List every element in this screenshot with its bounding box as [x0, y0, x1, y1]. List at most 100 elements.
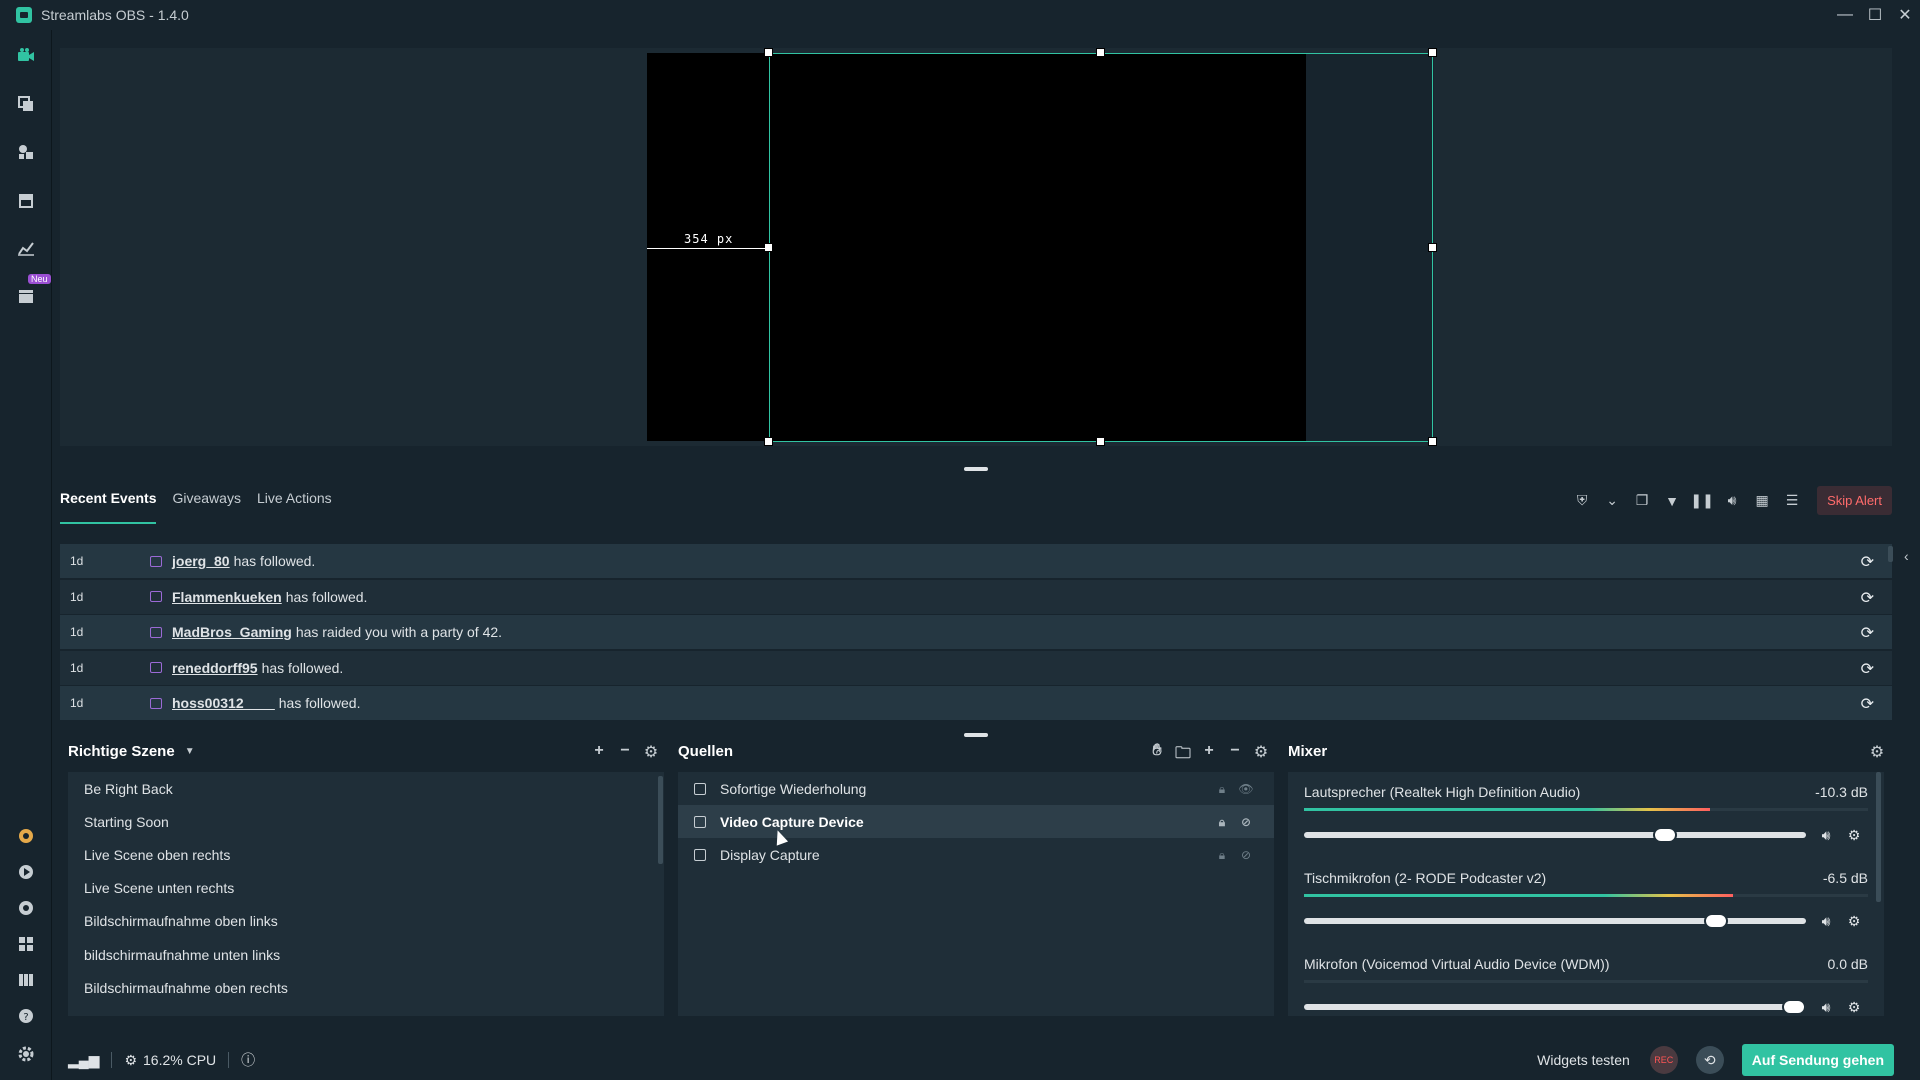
add-scene-icon[interactable]: +: [586, 742, 612, 762]
resize-handle-top-left[interactable]: [764, 48, 773, 57]
scenes-scrollbar[interactable]: [658, 776, 663, 864]
resize-handle-bottom[interactable]: [1096, 437, 1105, 446]
source-item-label: Display Capture: [720, 846, 820, 863]
pause-icon[interactable]: ❚❚: [1687, 491, 1717, 511]
scene-item[interactable]: Live Scene oben rechts: [68, 838, 664, 871]
source-group-icon[interactable]: ✋︎: [1144, 742, 1170, 769]
scene-item[interactable]: Bildschirmaufnahme oben rechts: [68, 971, 664, 1004]
repeat-alert-icon[interactable]: ⟳: [1861, 552, 1874, 572]
repeat-alert-icon[interactable]: ⟳: [1861, 623, 1874, 643]
nav-apps-icon[interactable]: [14, 140, 38, 164]
repeat-alert-icon[interactable]: ⟳: [1861, 588, 1874, 608]
nav-store-icon[interactable]: [14, 188, 38, 212]
resize-handle-top[interactable]: [1096, 48, 1105, 57]
resize-handle-bottom-right[interactable]: [1428, 437, 1437, 446]
volume-icon[interactable]: 🔊︎: [1717, 491, 1747, 511]
nav-layout-icon[interactable]: [14, 932, 38, 956]
speaker-icon[interactable]: 🔊︎: [1812, 999, 1840, 1016]
lock-icon[interactable]: 🔒︎: [1210, 815, 1234, 830]
nav-chat-icon[interactable]: [14, 896, 38, 920]
source-item[interactable]: Video Capture Device 🔒︎ ⊘: [678, 805, 1274, 839]
event-user-link[interactable]: reneddorff95: [172, 660, 258, 676]
grid-view-icon[interactable]: ▦: [1747, 491, 1777, 511]
remove-source-icon[interactable]: −: [1222, 742, 1248, 769]
tab-recent-events[interactable]: Recent Events: [60, 466, 157, 524]
volume-slider-knob[interactable]: [1782, 999, 1806, 1015]
lock-icon[interactable]: 🔒︎: [1210, 848, 1234, 863]
channel-settings-gear-icon[interactable]: ⚙: [1840, 999, 1868, 1016]
distance-guide-line: [647, 248, 769, 249]
eye-icon[interactable]: 👁︎: [1234, 782, 1258, 797]
channel-name: Tischmikrofon (2- RODE Podcaster v2): [1304, 870, 1547, 886]
nav-play-icon[interactable]: [14, 860, 38, 884]
repeat-alert-icon[interactable]: ⟳: [1861, 659, 1874, 679]
resize-handle-right[interactable]: [1428, 243, 1437, 252]
scene-item[interactable]: bildschirmaufnahme unten links: [68, 938, 664, 971]
tab-live-actions[interactable]: Live Actions: [257, 466, 332, 524]
speaker-icon[interactable]: 🔊︎: [1812, 913, 1840, 930]
event-user-link[interactable]: joerg_80: [172, 553, 230, 569]
mixer-list: Lautsprecher (Realtek High Definition Au…: [1288, 772, 1884, 1016]
chevron-left-icon[interactable]: ‹: [1904, 548, 1909, 564]
filter-icon[interactable]: ▼: [1657, 491, 1687, 511]
scene-settings-gear-icon[interactable]: ⚙: [638, 742, 664, 762]
chevron-down-icon[interactable]: ▼: [185, 746, 195, 757]
lock-icon[interactable]: 🔒︎: [1210, 782, 1234, 797]
volume-slider[interactable]: [1304, 999, 1806, 1015]
remove-scene-icon[interactable]: −: [612, 742, 638, 762]
maximize-button[interactable]: ☐: [1860, 0, 1890, 30]
volume-slider-knob[interactable]: [1703, 913, 1728, 929]
replay-buffer-icon[interactable]: ⟲: [1695, 1046, 1724, 1074]
record-button[interactable]: REC: [1649, 1046, 1678, 1074]
popout-icon[interactable]: ❐: [1627, 491, 1657, 511]
add-source-icon[interactable]: +: [1196, 742, 1222, 769]
eye-slash-icon[interactable]: ⊘: [1234, 848, 1258, 863]
list-view-icon[interactable]: ☰: [1777, 491, 1807, 511]
nav-dashboard-icon[interactable]: [14, 236, 38, 260]
event-user-link[interactable]: Flammenkueken: [172, 589, 282, 605]
nav-themes-icon[interactable]: [14, 92, 38, 116]
nav-help-icon[interactable]: ?: [14, 1004, 38, 1028]
channel-settings-gear-icon[interactable]: ⚙: [1840, 913, 1868, 930]
source-item[interactable]: Display Capture 🔒︎ ⊘: [678, 838, 1274, 871]
event-user-link[interactable]: MadBros_Gaming: [172, 624, 292, 640]
nav-settings-gear-icon[interactable]: [14, 1042, 38, 1066]
repeat-alert-icon[interactable]: ⟳: [1861, 694, 1874, 714]
close-button[interactable]: ✕: [1890, 0, 1920, 30]
nav-prime-icon[interactable]: [14, 824, 38, 848]
scene-item[interactable]: Be Right Back: [68, 772, 664, 805]
events-scrollbar[interactable]: [1888, 546, 1893, 562]
resize-handle-bottom-left[interactable]: [764, 437, 773, 446]
nav-studio-mode-icon[interactable]: [14, 968, 38, 992]
source-item[interactable]: Sofortige Wiederholung 🔒︎ 👁︎: [678, 772, 1274, 805]
go-live-button[interactable]: Auf Sendung gehen: [1741, 1044, 1894, 1076]
resize-handle-top-right[interactable]: [1428, 48, 1437, 57]
scene-collection-title[interactable]: Richtige Szene: [68, 743, 175, 760]
scene-item[interactable]: Live Scene unten rechts: [68, 872, 664, 905]
event-time: 1d: [70, 554, 84, 568]
tab-giveaways[interactable]: Giveaways: [172, 466, 240, 524]
minimize-button[interactable]: —: [1830, 0, 1860, 30]
chevron-down-icon[interactable]: ⌄: [1597, 491, 1627, 511]
scene-item[interactable]: Starting Soon: [68, 805, 664, 838]
performance-chart-icon[interactable]: ▂▄▆: [68, 1052, 99, 1069]
nav-highlighter-icon[interactable]: [14, 284, 38, 308]
test-widgets-button[interactable]: Widgets testen: [1537, 1052, 1630, 1068]
channel-settings-gear-icon[interactable]: ⚙: [1840, 827, 1868, 844]
source-selection-box[interactable]: [769, 53, 1433, 442]
info-icon[interactable]: ⓘ: [241, 1050, 255, 1070]
scene-item[interactable]: Bildschirmaufnahme oben links: [68, 905, 664, 938]
eye-slash-icon[interactable]: ⊘: [1234, 815, 1258, 830]
speaker-icon[interactable]: 🔊︎: [1812, 827, 1840, 844]
add-folder-icon[interactable]: 🗀: [1170, 742, 1196, 769]
volume-slider[interactable]: [1304, 827, 1806, 843]
mixer-settings-gear-icon[interactable]: ⚙: [1864, 742, 1890, 762]
nav-editor-icon[interactable]: [14, 44, 38, 68]
mixer-scrollbar[interactable]: [1876, 772, 1881, 902]
shield-icon[interactable]: ⛨: [1567, 491, 1597, 511]
volume-slider[interactable]: [1304, 913, 1806, 929]
event-user-link[interactable]: hoss00312____: [172, 695, 275, 711]
volume-slider-knob[interactable]: [1653, 827, 1678, 843]
source-settings-gear-icon[interactable]: ⚙: [1248, 742, 1274, 769]
skip-alert-button[interactable]: Skip Alert: [1817, 486, 1892, 515]
